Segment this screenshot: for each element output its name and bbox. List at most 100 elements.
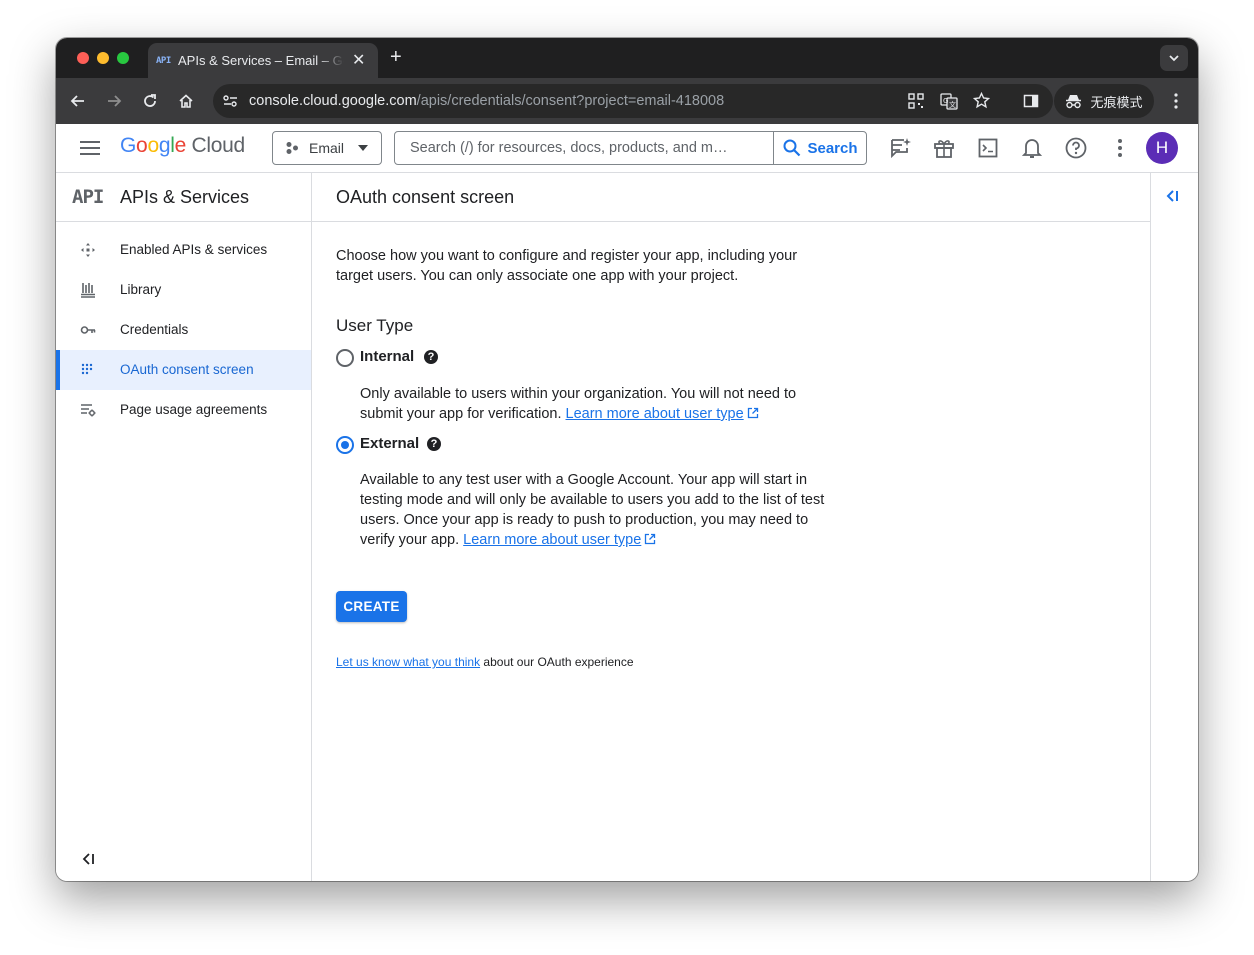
minimize-window-button[interactable] xyxy=(97,52,109,64)
sidebar-item-label: Enabled APIs & services xyxy=(120,242,268,257)
url-host: console.cloud.google.com xyxy=(249,93,417,109)
browser-toolbar: console.cloud.google.com/apis/credential… xyxy=(56,78,1198,124)
logo-letter: G xyxy=(120,134,137,157)
internal-help-icon[interactable]: ? xyxy=(424,350,438,364)
sidebar-item-enabled-apis[interactable]: Enabled APIs & services xyxy=(56,230,311,270)
create-button[interactable]: CREATE xyxy=(336,591,407,622)
external-label[interactable]: External xyxy=(360,435,419,452)
description-line: verify your app. xyxy=(360,532,460,548)
feedback-link[interactable]: Let us know what you think xyxy=(336,655,480,669)
api-product-icon: API xyxy=(72,186,104,208)
forward-icon[interactable] xyxy=(102,89,126,113)
notifications-bell-icon[interactable] xyxy=(1019,135,1045,161)
side-panel-icon[interactable] xyxy=(1019,89,1043,113)
logo-letter: o xyxy=(147,134,159,157)
account-avatar[interactable]: H xyxy=(1146,132,1178,164)
link-label: Learn more about user type xyxy=(463,532,642,548)
url-text[interactable]: console.cloud.google.com/apis/credential… xyxy=(249,93,724,109)
learn-more-internal-link[interactable]: Learn more about user type xyxy=(566,406,744,422)
home-icon[interactable] xyxy=(174,89,198,113)
description-line: testing mode and will only be available … xyxy=(360,492,825,508)
collapse-sidebar-icon[interactable] xyxy=(82,853,96,865)
project-name: Email xyxy=(309,140,345,156)
main-content: OAuth consent screen Choose how you want… xyxy=(312,173,1150,881)
cloud-shell-icon[interactable] xyxy=(975,135,1001,161)
svg-text:G: G xyxy=(943,97,948,105)
tab-close-icon[interactable]: ✕ xyxy=(352,52,365,69)
sidebar-item-label: OAuth consent screen xyxy=(120,362,254,377)
description-line: Available to any test user with a Google… xyxy=(360,472,808,488)
page-header: OAuth consent screen xyxy=(312,173,1150,222)
browser-tab[interactable]: API APIs & Services – Email – Google Clo… xyxy=(148,43,378,78)
hamburger-menu-icon[interactable] xyxy=(77,135,103,161)
browser-menu-icon[interactable] xyxy=(1164,89,1188,113)
bookmark-star-icon[interactable] xyxy=(973,92,990,109)
tab-strip: API APIs & Services – Email – Google Clo… xyxy=(56,38,1198,78)
reload-icon[interactable] xyxy=(138,89,162,113)
back-icon[interactable] xyxy=(66,89,90,113)
translate-icon[interactable]: G文 xyxy=(940,92,958,110)
sidebar-item-library[interactable]: Library xyxy=(56,270,311,310)
right-rail xyxy=(1150,173,1198,881)
search-placeholder: Search (/) for resources, docs, products… xyxy=(410,140,728,156)
tab-search-button[interactable] xyxy=(1160,45,1188,71)
more-options-icon[interactable] xyxy=(1107,135,1133,161)
description-line: submit your app for verification. xyxy=(360,406,562,422)
sidebar-header: API APIs & Services xyxy=(56,173,311,222)
zoom-window-button[interactable] xyxy=(117,52,129,64)
internal-description: Only available to users within your orga… xyxy=(360,384,796,424)
intro-line: target users. You can only associate one… xyxy=(336,268,739,284)
browser-window: API APIs & Services – Email – Google Clo… xyxy=(56,38,1198,881)
project-picker[interactable]: Email xyxy=(272,131,382,165)
user-type-heading: User Type xyxy=(336,316,414,335)
intro-line: Choose how you want to configure and reg… xyxy=(336,248,798,264)
external-radio[interactable] xyxy=(336,436,354,454)
external-link-icon xyxy=(645,533,656,545)
incognito-indicator[interactable]: 无痕模式 xyxy=(1054,84,1154,118)
apis-icon xyxy=(81,243,95,257)
gemini-chat-icon[interactable] xyxy=(887,135,913,161)
help-icon[interactable] xyxy=(1063,135,1089,161)
url-path: /apis/credentials/consent?project=email-… xyxy=(416,93,725,109)
external-help-icon[interactable]: ? xyxy=(427,437,441,451)
internal-radio[interactable] xyxy=(336,349,354,367)
logo-letter: e xyxy=(174,134,187,157)
dropdown-arrow-icon xyxy=(358,145,369,151)
svg-text:文: 文 xyxy=(949,100,956,109)
sidebar-item-oauth-consent[interactable]: OAuth consent screen xyxy=(56,350,311,390)
expand-panel-icon[interactable] xyxy=(1166,190,1180,202)
project-icon xyxy=(286,142,298,154)
intro-text: Choose how you want to configure and reg… xyxy=(336,246,797,286)
sidebar-title: APIs & Services xyxy=(120,187,250,207)
library-icon xyxy=(81,283,95,298)
site-info-icon[interactable] xyxy=(223,94,238,108)
learn-more-external-link[interactable]: Learn more about user type xyxy=(463,532,641,548)
gift-icon[interactable] xyxy=(931,135,957,161)
description-line: users. Once your app is ready to push to… xyxy=(360,512,809,528)
qr-code-icon[interactable] xyxy=(908,93,924,109)
chevron-down-icon xyxy=(1169,55,1179,62)
description-line: Only available to users within your orga… xyxy=(360,386,797,402)
sidebar-item-page-usage[interactable]: Page usage agreements xyxy=(56,390,311,430)
tab-favicon-icon: API xyxy=(156,55,171,66)
search-input[interactable]: Search (/) for resources, docs, products… xyxy=(394,131,867,165)
consent-icon xyxy=(81,363,93,375)
incognito-icon xyxy=(1066,94,1082,108)
close-window-button[interactable] xyxy=(77,52,89,64)
logo-letter: o xyxy=(136,134,148,157)
logo-cloud-text: Cloud xyxy=(191,134,246,157)
sidebar-item-label: Library xyxy=(120,282,162,297)
console-header: Google Cloud Email Search (/) for resour… xyxy=(56,124,1198,173)
key-icon xyxy=(80,326,96,334)
logo-letter: g xyxy=(158,134,171,157)
external-description: Available to any test user with a Google… xyxy=(360,470,824,550)
link-label: Learn more about user type xyxy=(565,406,744,422)
search-button[interactable]: Search xyxy=(773,132,867,164)
address-bar[interactable]: console.cloud.google.com/apis/credential… xyxy=(213,84,1053,118)
sidebar-item-label: Credentials xyxy=(120,322,189,337)
sidebar-item-credentials[interactable]: Credentials xyxy=(56,310,311,350)
google-cloud-logo[interactable]: Google Cloud xyxy=(120,134,245,158)
internal-label[interactable]: Internal xyxy=(360,348,414,365)
new-tab-icon[interactable]: + xyxy=(390,47,402,67)
sidebar-item-label: Page usage agreements xyxy=(120,402,268,417)
